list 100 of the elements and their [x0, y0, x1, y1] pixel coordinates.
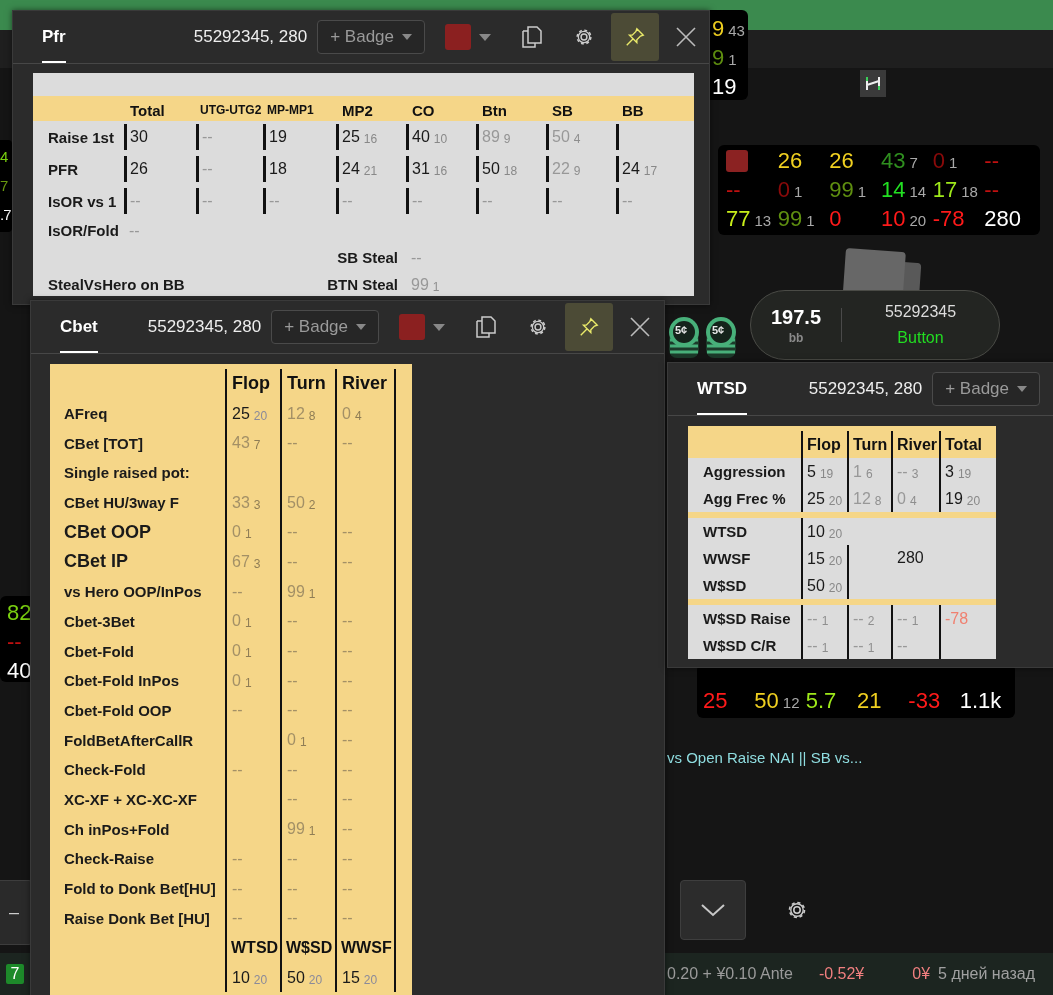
hud-stat: 9 [712, 44, 725, 71]
color-picker[interactable] [445, 24, 471, 50]
sample-count: 20 [828, 526, 843, 541]
stat-value: -- [622, 192, 633, 210]
stat-value: 31 [412, 160, 430, 178]
badge-button[interactable]: + Badge [271, 310, 379, 344]
hud-stat: 19 [712, 73, 737, 100]
row-label: Cbet-Fold InPos [63, 671, 180, 692]
stat-value: 26 [130, 160, 148, 178]
stat-value: -- [232, 909, 243, 928]
hud-stat: -- [7, 628, 22, 655]
stat-value: -- [411, 248, 422, 267]
caret-icon[interactable] [433, 323, 445, 331]
row-label: Fold to Donk Bet[HU] [63, 879, 217, 900]
sample-count: 1 [244, 675, 252, 690]
sample-count: 10 [433, 132, 448, 146]
stat-value: -- [342, 523, 353, 542]
row-label: WWSF [702, 549, 752, 569]
sample-count: 18 [961, 182, 978, 200]
sample-count: 1 [867, 640, 875, 655]
row-label: Single raised pot: [63, 463, 191, 484]
settings-icon[interactable] [573, 26, 595, 48]
sample-count: 9 [573, 164, 581, 178]
column-header: Flop [225, 369, 280, 399]
hud-stat: 26 [829, 147, 854, 174]
hud-stat: -- [726, 176, 741, 203]
tab[interactable]: WTSD [697, 363, 748, 415]
stat-value: 10 [807, 522, 825, 541]
sample-count: 20 [308, 972, 323, 987]
sample-count: 17 [643, 164, 658, 178]
badge-button[interactable]: + Badge [317, 20, 425, 54]
sample-count: 1 [821, 640, 829, 655]
stat-value: 15 [807, 549, 825, 568]
stat-value: -- [232, 879, 243, 898]
tab[interactable]: Cbet [60, 301, 98, 353]
column-header: Turn [280, 369, 335, 399]
column-header: MP2 [341, 100, 374, 119]
stat-value: 99 [287, 820, 305, 839]
stat-value: -- [287, 701, 298, 720]
row-label: WTSD [702, 522, 749, 542]
sample-count: 4 [909, 493, 917, 508]
stat-value: 19 [269, 128, 287, 146]
hud-stat: 21 [857, 687, 882, 714]
color-picker[interactable] [399, 314, 425, 340]
tab[interactable]: Pfr [42, 11, 66, 63]
stat-value: 0 [232, 612, 241, 631]
stat-value: -- [897, 609, 908, 628]
stat-value: -- [342, 909, 353, 928]
hud-stat: 50 [754, 687, 779, 714]
player-seat-panel[interactable]: 197.5 bb 55292345 Button [750, 290, 1000, 360]
hint-text: vs Open Raise NAI || SB vs... [667, 749, 863, 766]
row-label: AFreq [63, 404, 109, 425]
sample-count: 1 [821, 613, 829, 628]
stat-value: 89 [482, 128, 500, 146]
copy-icon[interactable] [521, 25, 543, 49]
hud-stat: 7 [0, 177, 8, 194]
stat-value: 3 [945, 462, 954, 481]
settings-icon[interactable] [527, 316, 549, 338]
row-label: IsOR/Fold [47, 222, 120, 239]
hud-stat: -78 [932, 205, 965, 232]
sample-count: 20 [966, 493, 981, 508]
stat-value: 25 [807, 489, 825, 508]
column-header: UTG-UTG2 [199, 102, 263, 117]
sample-count: 20 [253, 408, 268, 423]
column-header: Turn [847, 431, 891, 458]
hud-stat: 82 [7, 599, 32, 626]
sample-count: 19 [819, 466, 834, 481]
close-icon[interactable] [629, 316, 651, 338]
stat-value: 24 [622, 160, 640, 178]
sample-count: 16 [363, 132, 378, 146]
hud-icon[interactable] [860, 70, 886, 97]
column-header: BB [621, 100, 645, 119]
pin-button[interactable] [565, 303, 613, 351]
stat-value: -- [287, 552, 298, 571]
row-label: BTN Steal [326, 276, 399, 293]
sample-count: 6 [865, 466, 873, 481]
stat-value: -- [287, 523, 298, 542]
badge-button[interactable]: + Badge [932, 372, 1040, 406]
hud-stat: 17 [932, 176, 958, 203]
sample-count: 1 [244, 527, 252, 542]
sample-count: 21 [363, 164, 378, 178]
chip-value: 5¢ [712, 324, 725, 336]
caret-icon[interactable] [479, 33, 491, 41]
stat-value: -- [342, 434, 353, 453]
sample-count: 20 [828, 580, 843, 595]
stat-value: -- [897, 462, 908, 481]
sample-count: 4 [354, 408, 362, 423]
sample-count: 4 [573, 132, 581, 146]
column-header: Btn [481, 100, 508, 119]
hud-stat: -- [984, 147, 999, 174]
stat-value: 0 [287, 731, 296, 750]
stat-value: -- [287, 434, 298, 453]
pin-button[interactable] [611, 13, 659, 61]
close-icon[interactable] [675, 26, 697, 48]
stat-value: 43 [232, 434, 250, 453]
stat-value: -- [232, 582, 243, 601]
row-label: Cbet-3Bet [63, 611, 136, 632]
stat-value: -- [552, 192, 563, 210]
stakes-text: 0.20 + ¥0.10 Ante [667, 965, 793, 983]
copy-icon[interactable] [475, 315, 497, 339]
